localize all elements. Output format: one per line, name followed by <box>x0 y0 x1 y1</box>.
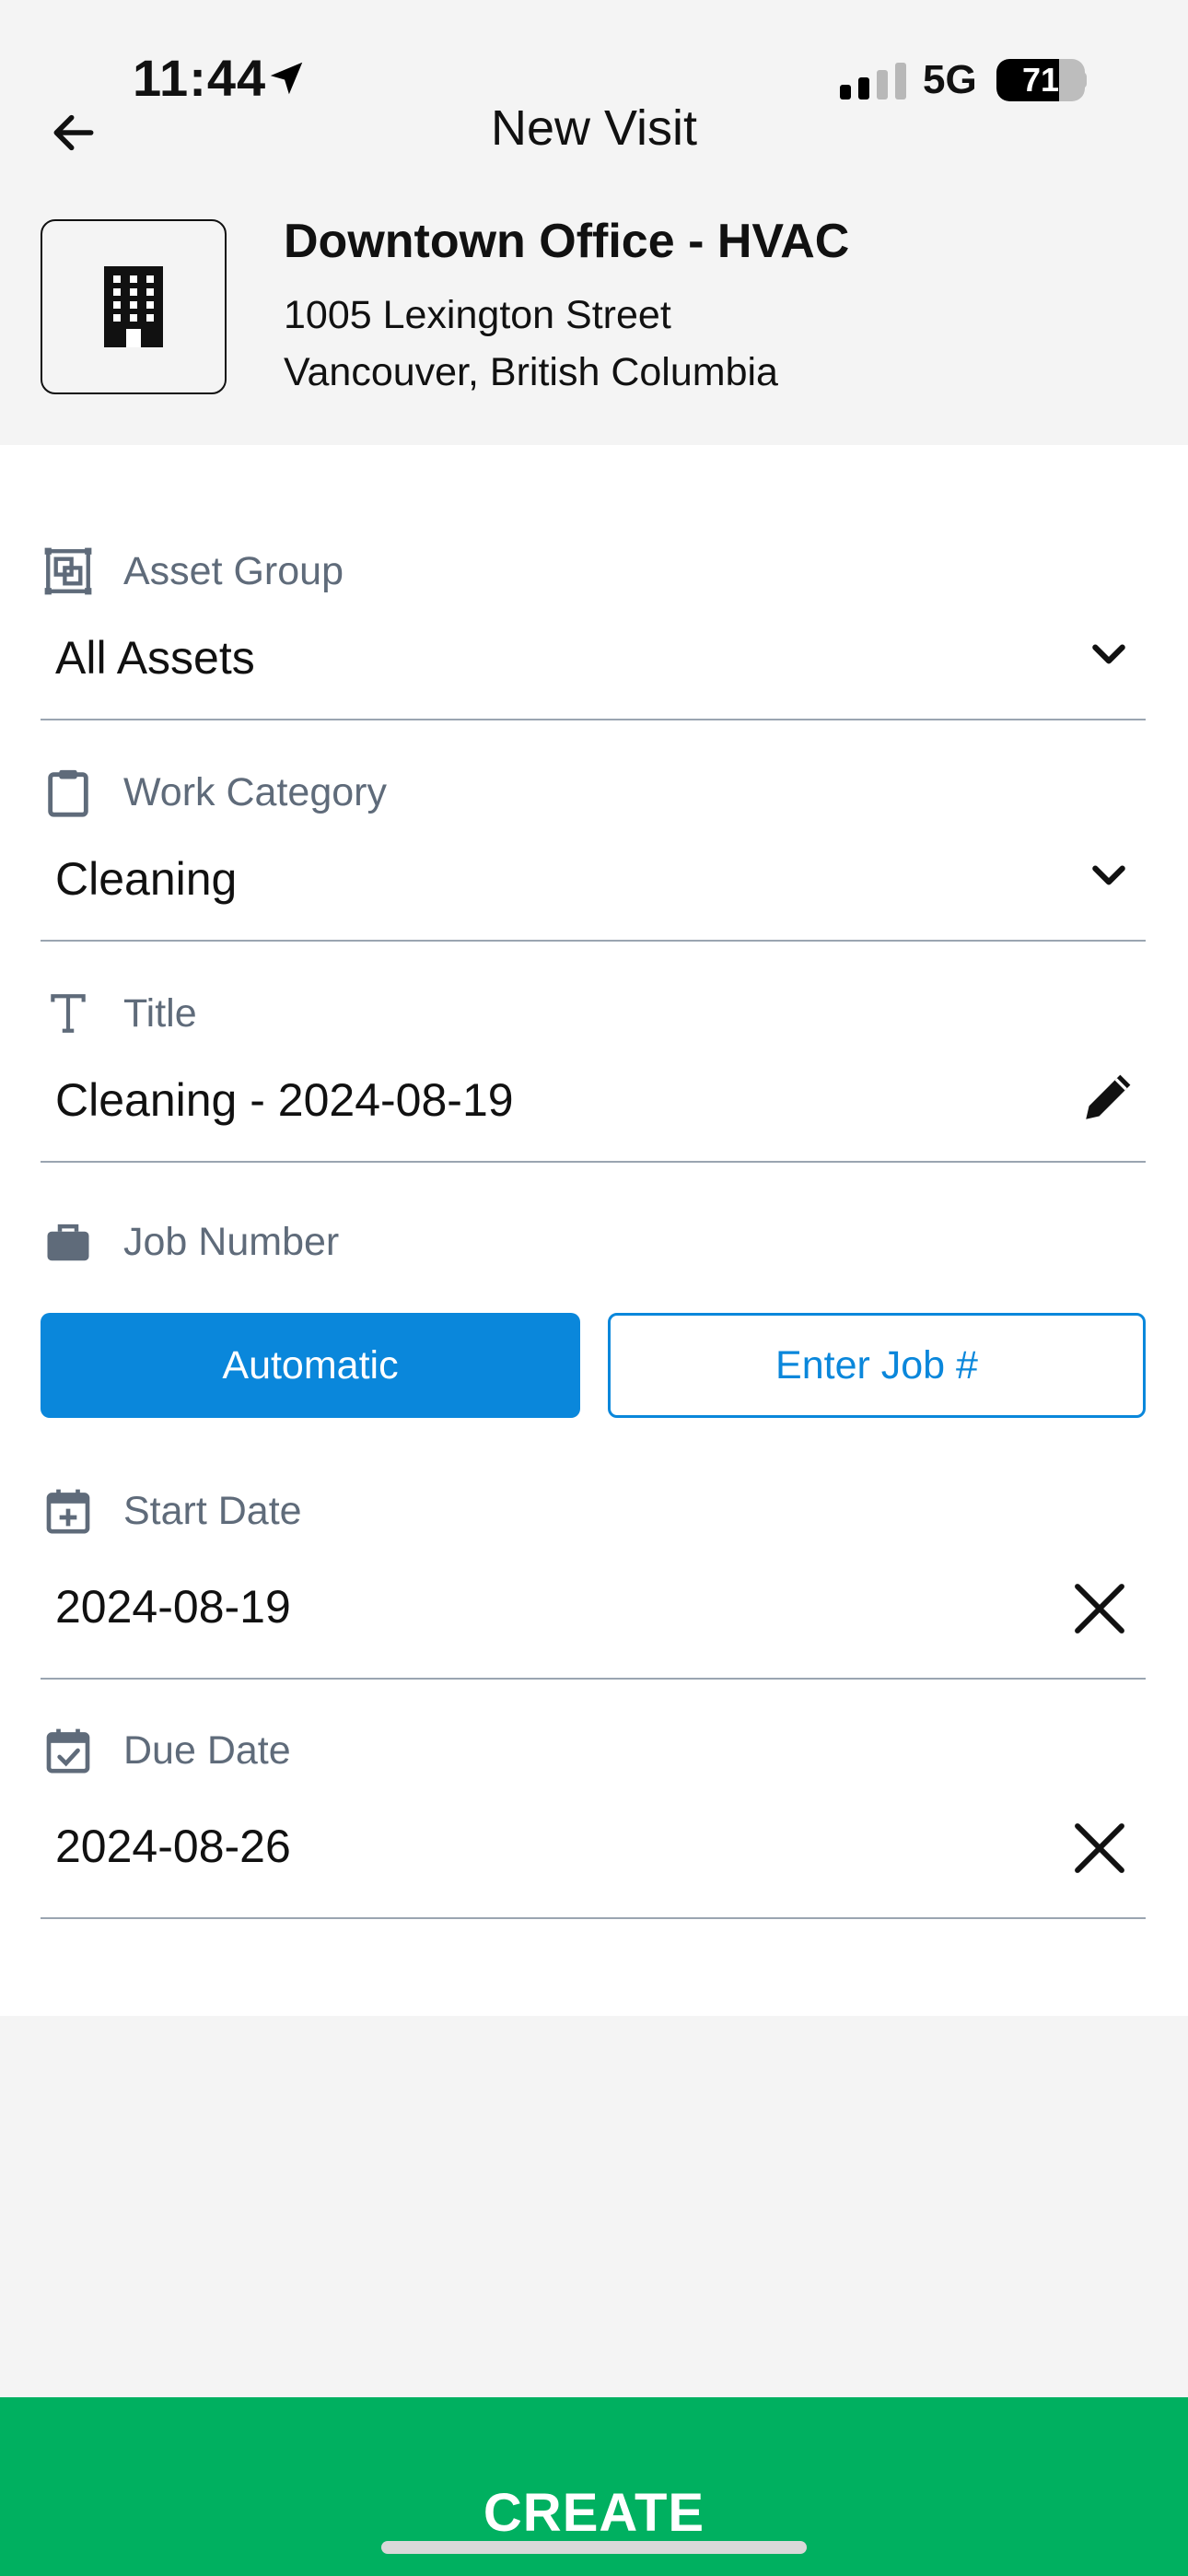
title-field[interactable]: Title Cleaning - 2024-08-19 <box>41 986 1146 1165</box>
divider <box>41 1917 1146 1919</box>
job-number-enter-button[interactable]: Enter Job # <box>608 1313 1146 1418</box>
divider <box>41 1161 1146 1163</box>
divider <box>41 719 1146 720</box>
briefcase-icon <box>41 1214 96 1270</box>
network-type: 5G <box>923 57 977 102</box>
asset-group-label: Asset Group <box>123 548 344 593</box>
asset-group-value: All Assets <box>55 632 255 684</box>
clear-due-date-button[interactable] <box>1063 1811 1136 1885</box>
asset-group-dropdown-button[interactable] <box>1072 617 1146 691</box>
due-date-label: Due Date <box>123 1727 291 1773</box>
clipboard-icon <box>41 765 96 820</box>
start-date-field[interactable]: Start Date 2024-08-19 <box>41 1483 1146 1686</box>
battery-icon: 71 <box>996 59 1085 101</box>
title-label: Title <box>123 990 197 1036</box>
start-date-value: 2024-08-19 <box>55 1581 291 1633</box>
chevron-down-icon <box>1092 644 1125 664</box>
work-category-dropdown-button[interactable] <box>1072 838 1146 912</box>
close-icon <box>1075 1584 1124 1633</box>
building-icon <box>104 266 163 347</box>
page-title: New Visit <box>490 100 698 156</box>
divider <box>41 940 1146 942</box>
work-category-label: Work Category <box>123 769 387 814</box>
job-number-label: Job Number <box>123 1219 340 1264</box>
due-date-field[interactable]: Due Date 2024-08-26 <box>41 1723 1146 1926</box>
site-address-line1: 1005 Lexington Street <box>284 293 671 337</box>
battery-nub <box>1079 72 1087 88</box>
pencil-icon <box>1086 1074 1131 1119</box>
cellular-signal-icon <box>840 63 906 100</box>
asset-group-icon <box>41 544 96 599</box>
text-icon <box>41 986 96 1041</box>
chevron-down-icon <box>1092 865 1125 885</box>
job-number-automatic-button[interactable]: Automatic <box>41 1313 580 1418</box>
start-date-label: Start Date <box>123 1488 302 1533</box>
job-number-field: Job Number <box>41 1214 1146 1279</box>
title-value: Cleaning - 2024-08-19 <box>55 1074 514 1126</box>
new-visit-screen: 11:44 5G 71 New Visit Downtown Office - … <box>0 0 1188 2576</box>
clear-start-date-button[interactable] <box>1063 1572 1136 1645</box>
asset-group-field[interactable]: Asset Group All Assets <box>41 544 1146 723</box>
home-indicator[interactable] <box>381 2541 807 2554</box>
site-address-line2: Vancouver, British Columbia <box>284 350 778 394</box>
divider <box>41 1678 1146 1680</box>
site-icon-box <box>41 219 227 394</box>
battery-percent: 71 <box>1021 61 1060 99</box>
site-name: Downtown Office - HVAC <box>284 215 850 268</box>
due-date-value: 2024-08-26 <box>55 1821 291 1872</box>
edit-title-button[interactable] <box>1072 1060 1146 1133</box>
work-category-field[interactable]: Work Category Cleaning <box>41 765 1146 944</box>
calendar-check-icon <box>41 1723 96 1778</box>
work-category-value: Cleaning <box>55 853 238 905</box>
location-arrow-icon <box>270 62 303 95</box>
close-icon <box>1075 1823 1124 1873</box>
calendar-plus-icon <box>41 1483 96 1539</box>
